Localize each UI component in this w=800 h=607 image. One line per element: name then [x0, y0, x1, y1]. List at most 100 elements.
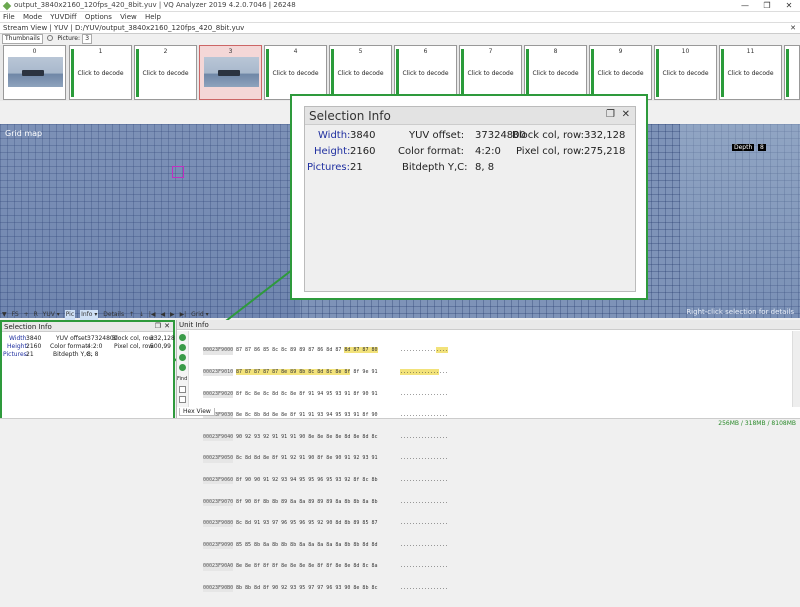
frame-number: 9: [618, 48, 623, 55]
hex-ascii: ................: [400, 369, 449, 375]
float-window-icon[interactable]: ❐: [155, 322, 161, 330]
nav-button-icon[interactable]: [179, 354, 186, 361]
frame-thumbnail[interactable]: 7 Click to decode: [459, 45, 522, 100]
selection-info-panel-zoomed: Selection Info ❐ ✕ Width: 3840 Height: 2…: [304, 106, 636, 292]
frame-number: 8: [553, 48, 558, 55]
close-window-button[interactable]: ✕: [778, 0, 800, 12]
unit-info-panel: Unit Info Find 00023F9000 87 87 86 85 8c …: [176, 320, 800, 593]
stream-view-close-icon[interactable]: ✕: [790, 24, 796, 32]
hex-address: 00023F9070: [203, 498, 234, 506]
block-col-row-label: Block col, row:: [112, 335, 156, 342]
frame-number: 1: [98, 48, 103, 55]
menu-options[interactable]: Options: [82, 12, 115, 23]
prev-frame-icon[interactable]: ◀: [160, 310, 165, 320]
hex-row: 00023F90A0 8e 8e 8f 8f 8f 8e 8e 8e 8e 8f …: [203, 563, 455, 571]
hex-ascii: ................: [400, 584, 449, 591]
frame-thumbnail[interactable]: 4 Click to decode: [264, 45, 327, 100]
frame-number: 2: [163, 48, 168, 55]
menu-view[interactable]: View: [117, 12, 140, 23]
hex-row: 00023F9020 8f 8c 8e 8c 8d 8c 8e 8f 91 94 …: [203, 390, 455, 398]
minimize-button[interactable]: —: [734, 0, 756, 12]
last-frame-icon[interactable]: ▶|: [180, 310, 187, 320]
hex-ascii: ................: [400, 347, 449, 354]
hex-ascii: ................: [400, 433, 449, 440]
menu-file[interactable]: File: [0, 12, 18, 23]
find-button[interactable]: Find: [177, 376, 187, 382]
menu-bar: File Mode YUVDiff Options View Help: [0, 12, 800, 23]
checkbox[interactable]: [179, 386, 186, 393]
close-icon[interactable]: ✕: [622, 109, 630, 120]
zoom-in-button[interactable]: +: [24, 310, 29, 320]
hex-ascii: ................: [400, 476, 449, 483]
color-format-value: 4:2:0: [87, 343, 103, 350]
menu-help[interactable]: Help: [142, 12, 164, 23]
block-selection-marker[interactable]: [172, 166, 184, 178]
checkbox[interactable]: [179, 396, 186, 403]
pictures-value: 21: [350, 162, 363, 173]
frame-number: 7: [488, 48, 493, 55]
frame-thumbnail[interactable]: 8 Click to decode: [524, 45, 587, 100]
up-arrow-icon[interactable]: ↑: [129, 310, 134, 320]
pic-button[interactable]: Pic: [64, 310, 76, 320]
frame-thumbnail[interactable]: 0: [3, 45, 66, 100]
click-to-decode-text: Click to decode: [77, 70, 124, 77]
hex-row: 00023F9060 8f 90 90 91 92 93 94 95 95 96 …: [203, 476, 455, 485]
pixel-col-row-label: Pixel col, row:: [516, 146, 585, 157]
panel-title: Unit Info: [179, 321, 209, 329]
maximize-button[interactable]: ❐: [756, 0, 778, 12]
first-frame-icon[interactable]: |◀: [149, 310, 156, 320]
stream-view-header: Stream View | YUV | D:/YUV/output_3840x2…: [0, 23, 800, 34]
frame-thumbnail[interactable]: [784, 45, 800, 100]
fs-button[interactable]: FS: [12, 310, 19, 320]
grid-dropdown[interactable]: Grid ▾: [191, 310, 209, 320]
dropdown-icon[interactable]: ▼: [2, 310, 7, 320]
view-mode-select[interactable]: Thumbnails: [2, 34, 43, 44]
menu-mode[interactable]: Mode: [20, 12, 45, 23]
depth-overlay-label: Depth: [732, 144, 755, 151]
down-arrow-icon[interactable]: ↓: [139, 310, 144, 320]
hex-address: 00023F9020: [203, 390, 234, 398]
pictures-label: Pictures:: [3, 351, 29, 358]
frame-strip: 0 1 Click to decode 2 Click to decode 3 …: [0, 45, 800, 101]
frame-thumbnail-selected[interactable]: 3: [199, 45, 262, 100]
frame-thumbnail[interactable]: 11 Click to decode: [719, 45, 782, 100]
click-to-decode-text: Click to decode: [662, 70, 709, 77]
radio-option-icon[interactable]: [47, 35, 54, 41]
thumbnail-toolbar: Thumbnails Picture: 3: [0, 34, 130, 44]
close-icon[interactable]: ✕: [164, 322, 170, 330]
frame-thumbnail[interactable]: 2 Click to decode: [134, 45, 197, 100]
yuv-dropdown[interactable]: YUV ▾: [43, 310, 60, 320]
nav-button-icon[interactable]: [179, 334, 186, 341]
hex-row: 00023F9010 87 87 87 87 87 8e 89 8b 8c 8d …: [203, 369, 455, 377]
picture-spinbox[interactable]: 3: [82, 34, 93, 44]
frame-thumbnail[interactable]: 5 Click to decode: [329, 45, 392, 100]
hex-address: 00023F9000: [203, 347, 234, 355]
frame-thumbnail[interactable]: 6 Click to decode: [394, 45, 457, 100]
nav-button-icon[interactable]: [179, 364, 186, 371]
float-window-icon[interactable]: ❐: [606, 109, 615, 120]
hex-address: 00023F9010: [203, 369, 234, 377]
hex-row: 00023F9070 8f 90 8f 8b 8b 89 8a 8a 89 89 …: [203, 498, 455, 506]
hex-bytes: 90 92 93 92 91 91 91 90 8e 8e 8e 8e 8d 8…: [236, 433, 378, 440]
info-dropdown[interactable]: Info ▾: [80, 310, 99, 320]
r-button[interactable]: R: [34, 310, 38, 320]
height-value: 2160: [26, 343, 42, 350]
frame-thumbnail[interactable]: 10 Click to decode: [654, 45, 717, 100]
pictures-value: 21: [26, 351, 34, 358]
nav-button-icon[interactable]: [179, 344, 186, 351]
frame-thumbnail[interactable]: 9 Click to decode: [589, 45, 652, 100]
hex-bytes: 8c 8d 91 93 97 96 95 96 95 92 90 8d 8b 8…: [236, 520, 378, 527]
hex-dump[interactable]: 00023F9000 87 87 86 85 8c 8c 89 89 87 86 …: [203, 333, 455, 607]
menu-yuvdiff[interactable]: YUVDiff: [47, 12, 79, 23]
next-frame-icon[interactable]: ▶: [170, 310, 175, 320]
hex-bytes: 85 85 8b 8a 8b 8b 8b 8a 8a 8a 8a 8a 8b 8…: [236, 541, 378, 548]
bitdepth-value: 8, 8: [87, 351, 99, 358]
vertical-scrollbar[interactable]: [792, 331, 800, 407]
hex-bytes: 87 87 86 85 8c 8c 89 89 87 86 8d 87 8d 8…: [236, 347, 378, 354]
details-button[interactable]: Details: [103, 310, 124, 320]
hex-bytes: 8f 90 8f 8b 8b 89 8a 8a 89 89 89 8a 8b 8…: [236, 498, 378, 505]
frame-thumbnail[interactable]: 1 Click to decode: [69, 45, 132, 100]
tab-hex-view[interactable]: Hex View: [179, 408, 215, 416]
block-col-row-value: 332,128: [150, 335, 175, 342]
width-value: 3840: [26, 335, 42, 342]
